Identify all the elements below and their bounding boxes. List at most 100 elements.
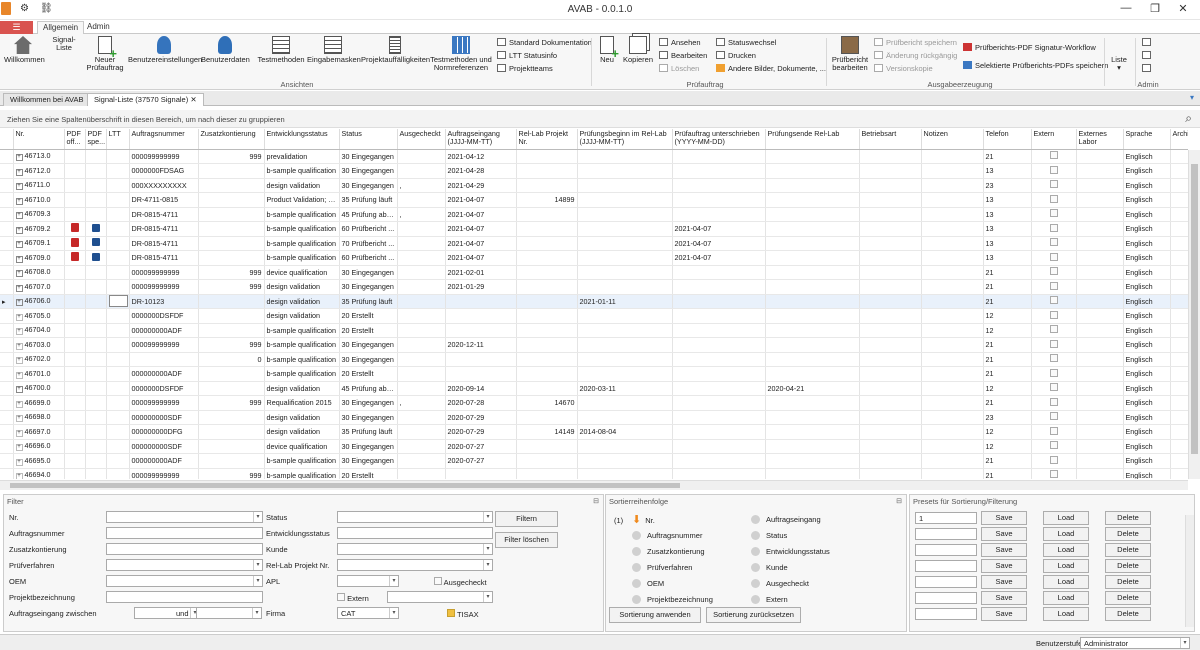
cell-exlab[interactable] (1076, 178, 1124, 193)
cell-aus[interactable] (397, 250, 446, 266)
cell-lang[interactable]: Englisch (1123, 163, 1171, 179)
cell-auftrag[interactable]: DR-0815-4711 (129, 207, 199, 222)
rellab-select[interactable]: ▾ (337, 559, 493, 571)
cell-tel[interactable]: 21 (983, 265, 1032, 280)
preset-name-input[interactable]: 1 (915, 512, 977, 524)
cell-save[interactable] (85, 439, 107, 454)
cell-pdf[interactable] (64, 439, 86, 454)
loeschen-button[interactable]: Löschen (659, 63, 699, 74)
column-header[interactable]: Externes Labor (1076, 129, 1124, 150)
signal-grid[interactable]: Nr. PDF off... PDF spe... LTT Auftragsnummer… (0, 129, 1188, 479)
admin-icon-1[interactable] (1142, 37, 1154, 48)
preset-delete-button[interactable]: Delete (1105, 559, 1151, 573)
cell-nr[interactable]: +46709.2 (13, 221, 65, 237)
cell-save[interactable] (85, 468, 107, 479)
cell-aus[interactable] (397, 410, 446, 425)
cell-betr[interactable] (859, 221, 922, 237)
cell-entw[interactable]: b-sample qualification (264, 337, 340, 353)
column-header[interactable]: Rel-Lab Projekt Nr. (516, 129, 578, 150)
cell-beginn[interactable] (577, 439, 673, 454)
cell-archiv[interactable] (1170, 265, 1188, 280)
cell-rellab[interactable] (516, 178, 578, 193)
preset-name-input[interactable] (915, 560, 977, 572)
cell-unter[interactable] (672, 279, 766, 295)
cell-eingang[interactable]: 2021-04-07 (445, 221, 517, 237)
cell-auftrag[interactable]: 0000000DSFDF (129, 381, 199, 396)
cell-exlab[interactable] (1076, 366, 1124, 382)
cell-unter[interactable] (672, 453, 766, 469)
cell-ende[interactable] (765, 265, 860, 280)
cell-notiz[interactable] (921, 279, 984, 295)
checkbox-icon[interactable] (1049, 296, 1058, 305)
cell-ltt[interactable] (106, 294, 130, 309)
preset-load-button[interactable]: Load (1043, 559, 1089, 573)
cell-ltt[interactable] (106, 468, 130, 479)
column-header[interactable]: Entwicklungsstatus (264, 129, 340, 150)
cell-pdf[interactable] (64, 424, 86, 440)
cell-ltt[interactable] (106, 149, 130, 164)
cell-zusatz[interactable] (198, 221, 265, 237)
cell-notiz[interactable] (921, 424, 984, 440)
cell-exlab[interactable] (1076, 192, 1124, 208)
search-icon[interactable]: ⌕ (1185, 111, 1192, 126)
cell-auftrag[interactable]: 000099999999 (129, 279, 199, 295)
cell-pdf[interactable] (64, 337, 86, 353)
checkbox-icon[interactable] (1049, 412, 1058, 421)
cell-lang[interactable]: Englisch (1123, 265, 1171, 280)
cell-ltt[interactable] (106, 221, 130, 237)
cell-entw[interactable]: b-sample qualification (264, 250, 340, 266)
extern-checkbox[interactable]: Extern (337, 593, 369, 603)
cell-ende[interactable] (765, 308, 860, 324)
cell-auftrag[interactable]: 000XXXXXXXXX (129, 178, 199, 193)
versionskopie-button[interactable]: Versionskopie (874, 63, 933, 74)
cell-aus[interactable] (397, 453, 446, 469)
cell-status[interactable]: 45 Prüfung abg... (339, 381, 398, 396)
cell-beginn[interactable]: 2021-01-11 (577, 294, 673, 309)
table-row[interactable]: +46710.0 DR-4711-0815 Product Validation; … (0, 192, 1188, 208)
cell-eingang[interactable]: 2021-04-07 (445, 207, 517, 222)
column-header[interactable]: Notizen (921, 129, 984, 150)
cell-beginn[interactable] (577, 352, 673, 367)
cell-zusatz[interactable] (198, 424, 265, 440)
expand-icon[interactable]: + (15, 386, 23, 394)
cell-exlab[interactable] (1076, 279, 1124, 295)
preset-load-button[interactable]: Load (1043, 543, 1089, 557)
cell-zusatz[interactable] (198, 323, 265, 338)
sort-nr[interactable]: ⬇ Nr. (632, 513, 655, 526)
cell-rellab[interactable] (516, 366, 578, 382)
cell-lang[interactable]: Englisch (1123, 323, 1171, 338)
table-row[interactable]: +46709.2 DR-0815-4711 b-sample qualificati… (0, 221, 1188, 237)
cell-notiz[interactable] (921, 294, 984, 309)
tisax-checkbox[interactable]: TISAX (447, 609, 479, 619)
vertical-scrollbar[interactable] (1188, 150, 1200, 479)
cell-ltt[interactable] (106, 207, 130, 222)
cell-status[interactable]: 30 Eingegangen (339, 395, 398, 411)
cell-notiz[interactable] (921, 192, 984, 208)
cell-notiz[interactable] (921, 163, 984, 179)
cell-notiz[interactable] (921, 410, 984, 425)
cell-notiz[interactable] (921, 250, 984, 266)
cell-zusatz[interactable] (198, 410, 265, 425)
cell-save[interactable] (85, 395, 107, 411)
cell-nr[interactable]: +46701.0 (13, 366, 65, 382)
cell-rellab[interactable] (516, 381, 578, 396)
cell-rellab[interactable] (516, 439, 578, 454)
cell-auftrag[interactable]: 000000000DFG (129, 424, 199, 440)
cell-zusatz[interactable] (198, 453, 265, 469)
save-icon[interactable] (91, 223, 100, 232)
preset-load-button[interactable]: Load (1043, 575, 1089, 589)
cell-archiv[interactable] (1170, 221, 1188, 237)
cell-rellab[interactable] (516, 323, 578, 338)
checkbox-icon[interactable] (1049, 252, 1058, 261)
cell-aus[interactable] (397, 294, 446, 309)
cell-nr[interactable]: +46708.0 (13, 265, 65, 280)
cell-aus[interactable] (397, 192, 446, 208)
cell-ende[interactable] (765, 163, 860, 179)
cell-pdf[interactable] (64, 207, 86, 222)
cell-beginn[interactable] (577, 395, 673, 411)
nr-input[interactable]: ▾ (106, 511, 263, 523)
cell-lang[interactable]: Englisch (1123, 192, 1171, 208)
table-row[interactable]: +46703.0 000099999999 999 b-sample qualific… (0, 337, 1188, 353)
cell-entw[interactable]: design validation (264, 424, 340, 440)
cell-save[interactable] (85, 207, 107, 222)
